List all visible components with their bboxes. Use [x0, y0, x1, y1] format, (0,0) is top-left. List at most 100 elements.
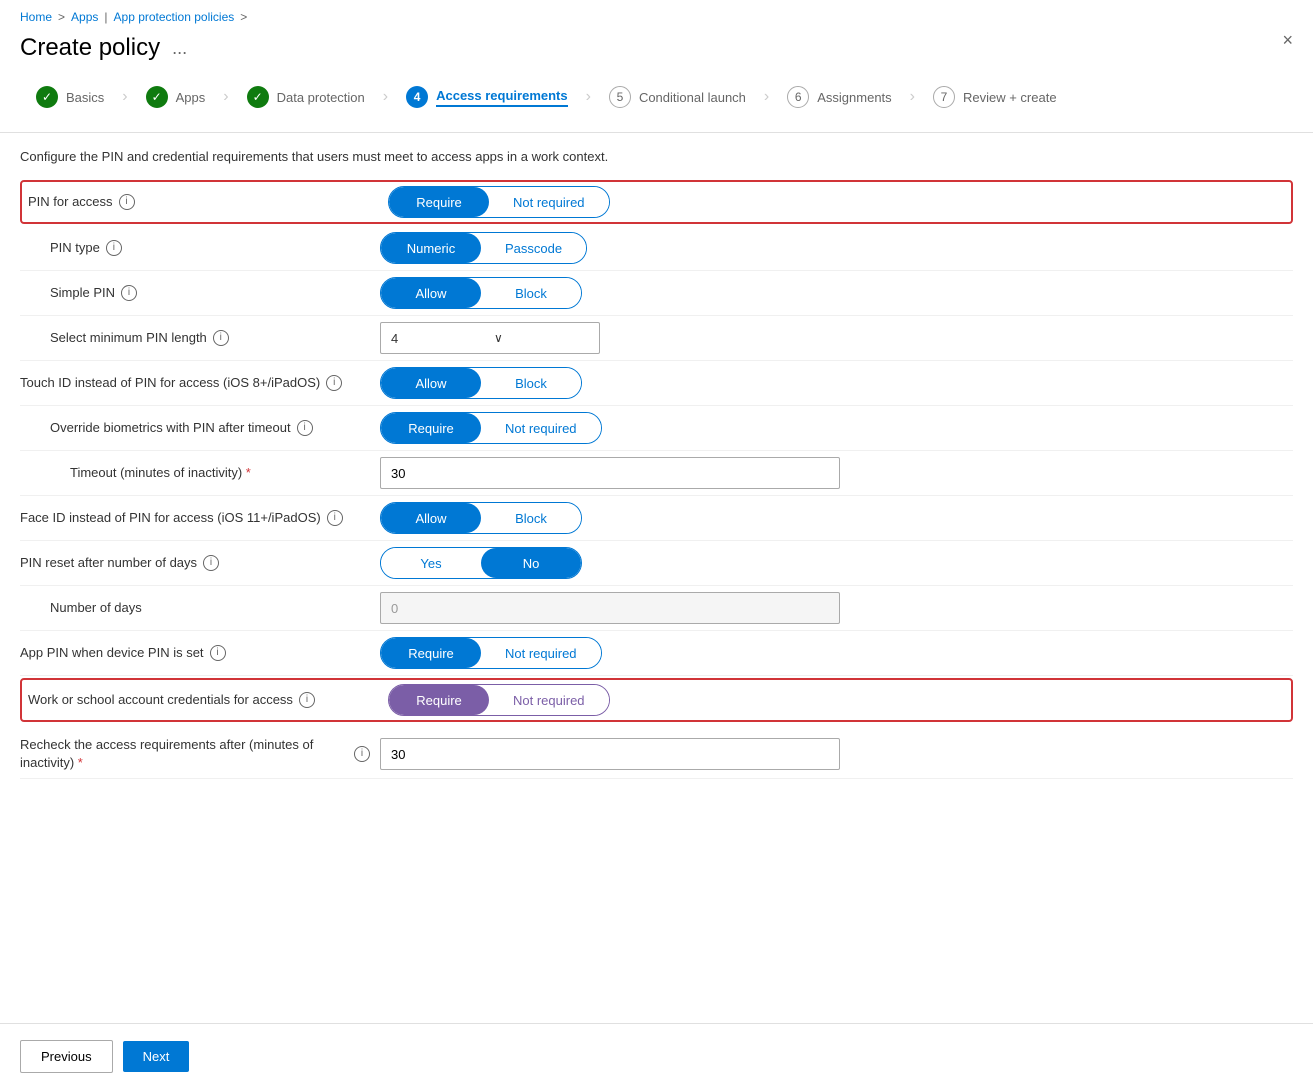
setting-control-simple-pin: Allow Block	[380, 277, 1293, 309]
step-assignments-icon: 6	[787, 86, 809, 108]
breadcrumb-home[interactable]: Home	[20, 10, 52, 24]
info-icon-pin-reset[interactable]: i	[203, 555, 219, 571]
breadcrumb-sep2: |	[104, 10, 107, 24]
step-access-requirements-icon: 4	[406, 86, 428, 108]
toggle-not-required-app-pin-device[interactable]: Not required	[481, 638, 601, 668]
step-sep-2: ›	[223, 88, 228, 106]
step-assignments[interactable]: 6 Assignments	[771, 78, 907, 116]
setting-row-touch-id: Touch ID instead of PIN for access (iOS …	[20, 361, 1293, 406]
toggle-allow-face-id[interactable]: Allow	[381, 503, 481, 533]
setting-label-number-of-days: Number of days	[20, 599, 380, 617]
setting-row-min-pin-length: Select minimum PIN length i 4 ∨	[20, 316, 1293, 361]
next-button[interactable]: Next	[123, 1041, 190, 1072]
page-wrapper: Home > Apps | App protection policies > …	[0, 0, 1313, 1089]
info-icon-recheck-access[interactable]: i	[354, 746, 370, 762]
setting-label-simple-pin: Simple PIN i	[20, 284, 380, 302]
step-sep-4: ›	[586, 88, 591, 106]
step-basics-icon: ✓	[36, 86, 58, 108]
step-sep-3: ›	[383, 88, 388, 106]
setting-label-pin-type: PIN type i	[20, 239, 380, 257]
setting-control-override-biometrics: Require Not required	[380, 412, 1293, 444]
recheck-access-input[interactable]	[380, 738, 840, 770]
dropdown-value-min-pin-length: 4	[391, 331, 486, 346]
settings-table: PIN for access i Require Not required PI…	[20, 180, 1293, 779]
toggle-not-required-pin-for-access[interactable]: Not required	[489, 187, 609, 217]
toggle-require-override-biometrics[interactable]: Require	[381, 413, 481, 443]
step-apps[interactable]: ✓ Apps	[130, 78, 222, 116]
close-button[interactable]: ×	[1282, 30, 1293, 51]
toggle-not-required-work-credentials[interactable]: Not required	[489, 685, 609, 715]
setting-row-face-id: Face ID instead of PIN for access (iOS 1…	[20, 496, 1293, 541]
breadcrumb-app-protection[interactable]: App protection policies	[114, 10, 235, 24]
setting-row-pin-for-access: PIN for access i Require Not required	[20, 180, 1293, 224]
toggle-group-override-biometrics: Require Not required	[380, 412, 602, 444]
breadcrumb-apps[interactable]: Apps	[71, 10, 98, 24]
info-icon-pin-for-access[interactable]: i	[119, 194, 135, 210]
toggle-require-app-pin-device[interactable]: Require	[381, 638, 481, 668]
toggle-yes-pin-reset[interactable]: Yes	[381, 548, 481, 578]
setting-row-pin-reset: PIN reset after number of days i Yes No	[20, 541, 1293, 586]
page-description: Configure the PIN and credential require…	[20, 149, 1293, 164]
step-review-create-icon: 7	[933, 86, 955, 108]
step-data-protection[interactable]: ✓ Data protection	[231, 78, 381, 116]
step-data-protection-icon: ✓	[247, 86, 269, 108]
toggle-require-work-credentials[interactable]: Require	[389, 685, 489, 715]
toggle-block-touch-id[interactable]: Block	[481, 368, 581, 398]
setting-label-touch-id: Touch ID instead of PIN for access (iOS …	[20, 374, 380, 392]
step-assignments-label: Assignments	[817, 90, 891, 105]
toggle-not-required-override-biometrics[interactable]: Not required	[481, 413, 601, 443]
info-icon-min-pin-length[interactable]: i	[213, 330, 229, 346]
info-icon-touch-id[interactable]: i	[326, 375, 342, 391]
timeout-input[interactable]	[380, 457, 840, 489]
info-icon-override-biometrics[interactable]: i	[297, 420, 313, 436]
info-icon-simple-pin[interactable]: i	[121, 285, 137, 301]
wizard-steps: ✓ Basics › ✓ Apps › ✓ Data protection › …	[0, 78, 1313, 133]
setting-label-pin-for-access: PIN for access i	[28, 193, 388, 211]
number-of-days-input	[380, 592, 840, 624]
toggle-no-pin-reset[interactable]: No	[481, 548, 581, 578]
info-icon-face-id[interactable]: i	[327, 510, 343, 526]
toggle-block-face-id[interactable]: Block	[481, 503, 581, 533]
page-title-ellipsis[interactable]: ...	[172, 38, 187, 59]
step-review-create[interactable]: 7 Review + create	[917, 78, 1073, 116]
toggle-block-simple-pin[interactable]: Block	[481, 278, 581, 308]
setting-label-app-pin-device: App PIN when device PIN is set i	[20, 644, 380, 662]
step-review-create-label: Review + create	[963, 90, 1057, 105]
setting-label-min-pin-length: Select minimum PIN length i	[20, 329, 380, 347]
page-title: Create policy	[20, 34, 160, 62]
info-icon-pin-type[interactable]: i	[106, 240, 122, 256]
setting-row-app-pin-device: App PIN when device PIN is set i Require…	[20, 631, 1293, 676]
previous-button[interactable]: Previous	[20, 1040, 113, 1073]
breadcrumb-sep1: >	[58, 10, 65, 24]
toggle-allow-touch-id[interactable]: Allow	[381, 368, 481, 398]
step-basics[interactable]: ✓ Basics	[20, 78, 120, 116]
step-data-protection-label: Data protection	[277, 90, 365, 105]
step-basics-label: Basics	[66, 90, 104, 105]
dropdown-min-pin-length[interactable]: 4 ∨	[380, 322, 600, 354]
toggle-group-pin-type: Numeric Passcode	[380, 232, 587, 264]
step-conditional-launch[interactable]: 5 Conditional launch	[593, 78, 762, 116]
setting-label-recheck-access: Recheck the access requirements after (m…	[20, 736, 380, 772]
step-sep-5: ›	[764, 88, 769, 106]
setting-control-pin-type: Numeric Passcode	[380, 232, 1293, 264]
dropdown-arrow-min-pin-length: ∨	[494, 331, 589, 345]
toggle-numeric-pin-type[interactable]: Numeric	[381, 233, 481, 263]
step-sep-6: ›	[910, 88, 915, 106]
setting-control-face-id: Allow Block	[380, 502, 1293, 534]
page-title-row: Create policy ... ×	[0, 30, 1313, 78]
breadcrumb-sep3: >	[240, 10, 247, 24]
step-access-requirements[interactable]: 4 Access requirements	[390, 78, 584, 116]
step-conditional-launch-label: Conditional launch	[639, 90, 746, 105]
info-icon-app-pin-device[interactable]: i	[210, 645, 226, 661]
setting-control-touch-id: Allow Block	[380, 367, 1293, 399]
toggle-allow-simple-pin[interactable]: Allow	[381, 278, 481, 308]
info-icon-work-credentials[interactable]: i	[299, 692, 315, 708]
toggle-passcode-pin-type[interactable]: Passcode	[481, 233, 586, 263]
setting-label-pin-reset: PIN reset after number of days i	[20, 554, 380, 572]
setting-row-pin-type: PIN type i Numeric Passcode	[20, 226, 1293, 271]
setting-control-app-pin-device: Require Not required	[380, 637, 1293, 669]
setting-control-work-credentials: Require Not required	[388, 684, 1285, 716]
step-access-requirements-label: Access requirements	[436, 88, 568, 107]
toggle-require-pin-for-access[interactable]: Require	[389, 187, 489, 217]
setting-row-simple-pin: Simple PIN i Allow Block	[20, 271, 1293, 316]
